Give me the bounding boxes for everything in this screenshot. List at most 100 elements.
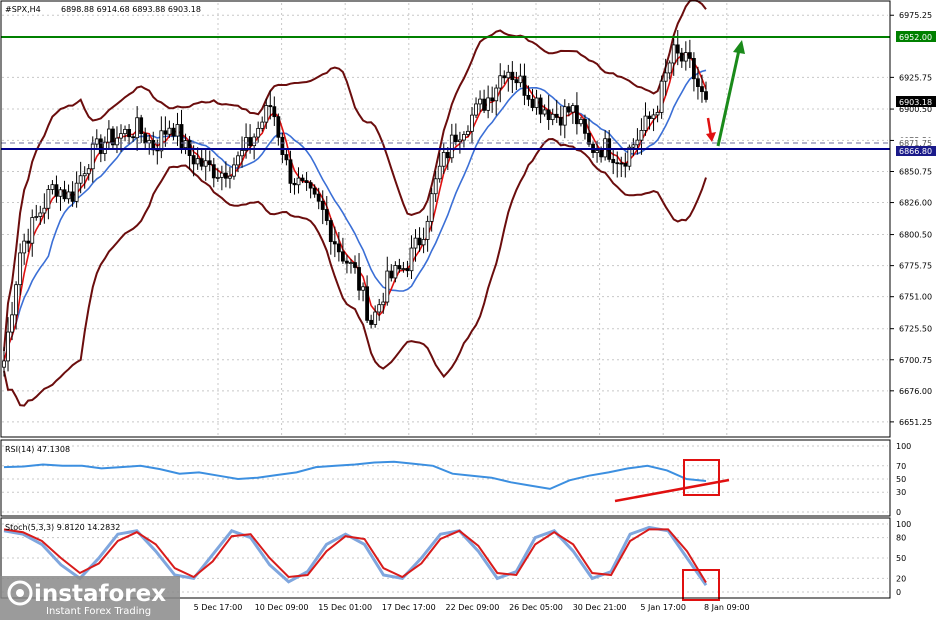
candle	[219, 165, 224, 191]
candle	[385, 256, 390, 306]
rsi-panel: RSI(14) 47.1308	[0, 439, 891, 517]
candle	[659, 75, 664, 119]
candle	[94, 129, 99, 148]
candle	[474, 97, 478, 118]
time-axis: 5 Dec 17:00 10 Dec 09:00 15 Dec 01:00 17 De…	[194, 603, 750, 612]
candle	[203, 149, 208, 181]
price-tick-label: 6826.00	[899, 199, 932, 208]
rsi-panel-frame	[0, 439, 891, 517]
price-tick: 6925.75	[890, 73, 932, 82]
candle	[228, 167, 232, 189]
candle	[62, 180, 67, 202]
candle	[502, 70, 507, 85]
candle	[324, 196, 329, 226]
candle	[50, 180, 55, 195]
candle	[34, 204, 39, 221]
candle	[486, 85, 491, 119]
ma-slow-line	[3, 69, 707, 362]
candle	[623, 152, 628, 178]
candle	[345, 254, 349, 274]
price-tick: 6775.75	[890, 262, 932, 271]
candle	[46, 185, 51, 220]
rsi-line	[3, 460, 707, 490]
candle	[462, 131, 466, 148]
resistance-price-tag: 6952.00	[896, 31, 936, 42]
stoch-tick-label: 0	[896, 588, 901, 597]
price-tick-label: 6751.00	[899, 293, 932, 302]
watermark-tagline: Instant Forex Trading	[46, 606, 151, 617]
rsi-tick-label: 50	[896, 475, 906, 484]
rsi-tick-label: 0	[896, 508, 901, 517]
time-axis-label: 8 Jan 09:00	[704, 603, 750, 612]
candle	[175, 112, 180, 146]
stoch-tick-label: 20	[896, 574, 906, 583]
bollinger-bands	[3, 0, 707, 407]
stoch-title: Stoch(5,3,3) 9.8120 14.2832	[5, 523, 120, 532]
stoch-signal-line	[3, 528, 707, 584]
green-up-arrow	[716, 40, 745, 147]
time-axis-label: 22 Dec 09:00	[445, 603, 499, 612]
candle	[66, 184, 71, 204]
price-panel: #SPX,H4 6898.88 6914.68 6893.88 6903.18	[0, 0, 891, 438]
candle	[195, 147, 200, 170]
candle	[179, 109, 184, 154]
candle	[655, 105, 660, 123]
stoch-tick-label: 80	[896, 534, 906, 543]
candle	[42, 193, 47, 224]
price-tick-label: 6800.50	[899, 231, 932, 240]
candle	[111, 126, 115, 149]
candle	[232, 157, 236, 180]
candle	[292, 178, 297, 195]
candle	[106, 120, 111, 149]
candle	[546, 95, 551, 130]
rsi-tick-label: 30	[896, 488, 906, 497]
price-tick-label: 6700.75	[899, 356, 932, 365]
time-axis-label: 10 Dec 09:00	[255, 603, 309, 612]
candle	[171, 123, 176, 141]
candle	[369, 314, 374, 329]
candle	[22, 233, 27, 265]
price-tick: 6850.75	[890, 167, 932, 176]
price-tick-label: 6850.75	[899, 167, 932, 176]
ohlc-readout: 6898.88 6914.68 6893.88 6903.18	[61, 5, 201, 14]
rsi-trendline	[614, 478, 730, 503]
stoch-tick-label: 100	[896, 520, 911, 529]
stoch-tick-label: 50	[896, 554, 906, 563]
candle	[538, 94, 543, 124]
price-tick: 6826.00	[890, 199, 932, 208]
price-tick-label: 6775.75	[899, 262, 932, 271]
price-tick: 6651.25	[890, 418, 932, 427]
candle	[377, 298, 382, 321]
candle	[58, 186, 63, 211]
resistance-label: 6952.00	[899, 33, 932, 42]
candle	[409, 235, 414, 279]
candle	[284, 148, 289, 166]
candle	[498, 63, 503, 103]
candle	[494, 84, 499, 116]
chart-root: #SPX,H4 6898.88 6914.68 6893.88 6903.18 …	[0, 0, 936, 620]
candle	[389, 264, 394, 282]
time-axis-label: 15 Dec 01:00	[318, 603, 372, 612]
symbol-title: #SPX,H4	[5, 5, 41, 14]
candle	[429, 188, 434, 232]
price-tick: 6676.00	[890, 387, 932, 396]
candle	[361, 282, 365, 302]
price-tick-label: 6725.50	[899, 325, 932, 334]
watermark-brand: instaforex	[34, 581, 166, 607]
candle	[554, 99, 559, 123]
candle	[679, 47, 684, 68]
level-price-tags: 6871.75 6866.80	[896, 138, 936, 156]
time-axis-label: 30 Dec 21:00	[573, 603, 627, 612]
candle	[478, 90, 482, 113]
level-label-2: 6866.80	[899, 147, 932, 156]
candle	[365, 275, 370, 324]
candle	[421, 227, 426, 254]
candle	[123, 125, 127, 142]
candle	[381, 292, 386, 314]
candle	[482, 89, 487, 114]
price-tick: 6751.00	[890, 293, 932, 302]
candle	[139, 114, 144, 143]
bollinger-upper	[3, 0, 707, 351]
candle	[562, 99, 567, 139]
candle	[147, 135, 152, 155]
